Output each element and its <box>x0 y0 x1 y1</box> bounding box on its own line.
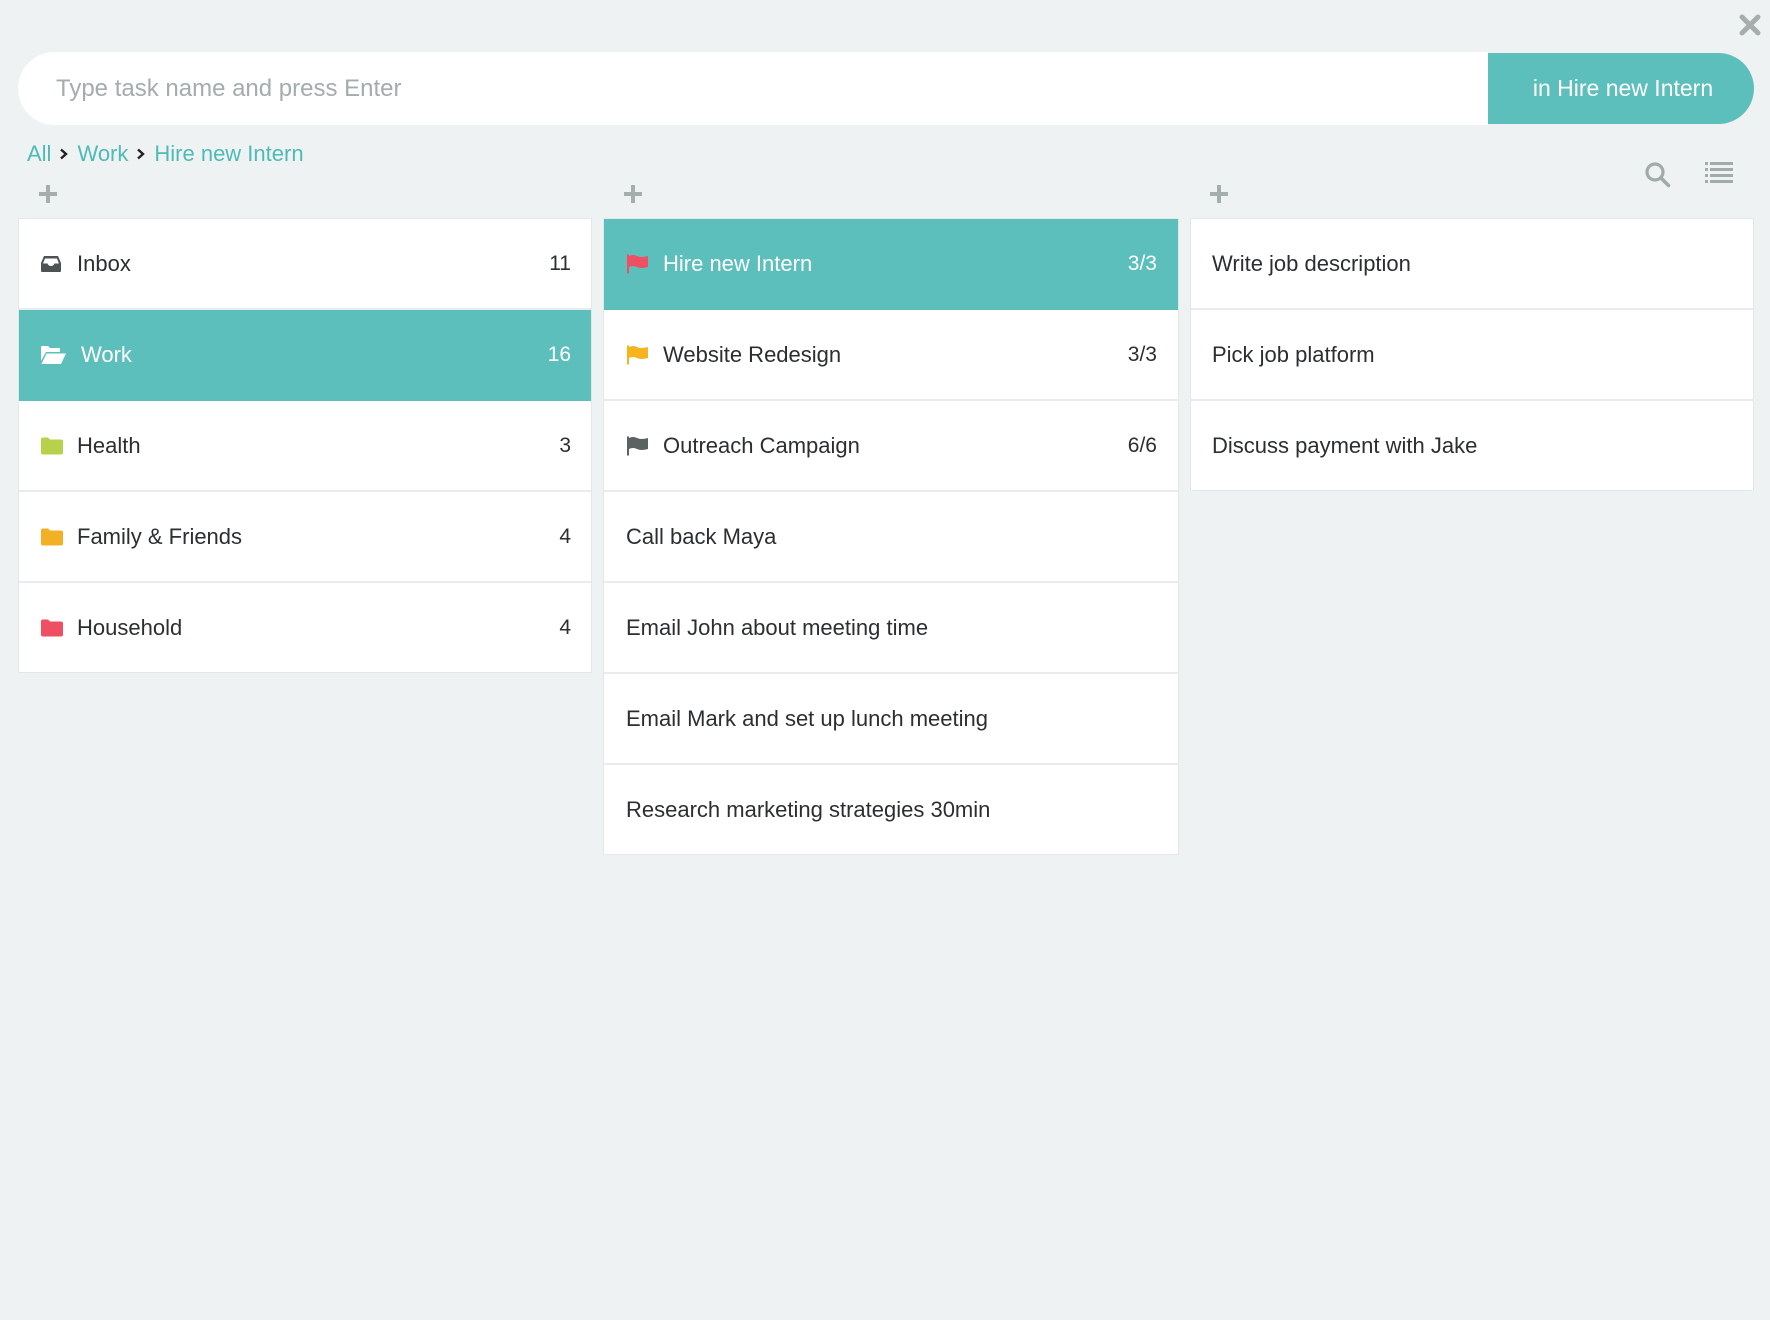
project-label: Website Redesign <box>663 341 842 367</box>
task-item[interactable]: Call back Maya <box>604 492 1178 583</box>
target-project-button[interactable]: in Hire new Intern <box>1488 53 1754 124</box>
plus-icon <box>624 185 642 203</box>
list-item-family-friends[interactable]: Family & Friends 4 <box>19 492 591 583</box>
task-label: Email Mark and set up lunch meeting <box>626 705 988 731</box>
projects-column: Hire new Intern 3/3 Website Redesign 3/3… <box>604 219 1178 854</box>
plus-icon <box>1210 185 1228 203</box>
tasks-column: Write job description Pick job platform … <box>1191 219 1753 490</box>
breadcrumb-all[interactable]: All <box>27 141 51 167</box>
task-name-input[interactable] <box>18 52 1488 125</box>
list-label: Family & Friends <box>77 523 243 549</box>
breadcrumb-hire-new-intern[interactable]: Hire new Intern <box>154 141 303 167</box>
search-button[interactable] <box>1644 161 1672 189</box>
plus-icon <box>39 185 57 203</box>
folder-icon <box>40 618 64 638</box>
folder-icon <box>40 436 64 456</box>
list-item-household[interactable]: Household 4 <box>19 583 591 672</box>
task-label: Email John about meeting time <box>626 614 929 640</box>
list-count: 16 <box>547 342 571 366</box>
list-label: Inbox <box>77 250 131 276</box>
flag-icon <box>626 345 650 365</box>
list-label: Household <box>77 614 183 640</box>
task-item[interactable]: Discuss payment with Jake <box>1191 401 1753 490</box>
folder-open-icon <box>40 345 68 365</box>
close-icon <box>1739 14 1761 36</box>
breadcrumb-work[interactable]: Work <box>77 141 128 167</box>
chevron-right-icon <box>132 148 148 160</box>
task-item[interactable]: Email John about meeting time <box>604 583 1178 674</box>
list-count: 11 <box>549 251 571 275</box>
add-list-button[interactable] <box>38 184 58 204</box>
task-label: Pick job platform <box>1212 341 1375 367</box>
project-label: Outreach Campaign <box>663 432 860 458</box>
project-progress: 3/3 <box>1127 342 1157 366</box>
list-item-inbox[interactable]: Inbox 11 <box>19 219 591 310</box>
project-item-website-redesign[interactable]: Website Redesign 3/3 <box>604 310 1178 401</box>
breadcrumb: All Work Hire new Intern <box>27 141 304 167</box>
list-count: 3 <box>559 433 571 457</box>
search-icon <box>1645 162 1671 188</box>
add-project-button[interactable] <box>623 184 643 204</box>
flag-icon <box>626 436 650 456</box>
project-item-hire-new-intern[interactable]: Hire new Intern 3/3 <box>604 219 1178 310</box>
chevron-right-icon <box>55 148 71 160</box>
task-label: Discuss payment with Jake <box>1212 432 1478 458</box>
project-progress: 6/6 <box>1127 433 1157 457</box>
list-label: Work <box>81 341 132 367</box>
task-label: Research marketing strategies 30min <box>626 796 991 822</box>
list-view-icon <box>1705 162 1733 183</box>
folder-icon <box>40 527 64 547</box>
add-task-button[interactable] <box>1209 184 1229 204</box>
task-label: Call back Maya <box>626 523 777 549</box>
list-label: Health <box>77 432 141 458</box>
task-item[interactable]: Email Mark and set up lunch meeting <box>604 674 1178 765</box>
list-count: 4 <box>559 615 571 639</box>
task-item[interactable]: Pick job platform <box>1191 310 1753 401</box>
flag-icon <box>626 254 650 274</box>
project-progress: 3/3 <box>1127 251 1157 275</box>
task-label: Write job description <box>1212 250 1411 276</box>
lists-column: Inbox 11 Work 16 Health 3 Family & Frien… <box>19 219 591 672</box>
task-item[interactable]: Write job description <box>1191 219 1753 310</box>
list-count: 4 <box>559 524 571 548</box>
task-item[interactable]: Research marketing strategies 30min <box>604 765 1178 854</box>
list-item-health[interactable]: Health 3 <box>19 401 591 492</box>
list-view-button[interactable] <box>1705 161 1733 185</box>
inbox-icon <box>40 254 64 274</box>
close-button[interactable] <box>1738 13 1762 37</box>
task-entry-bar: in Hire new Intern <box>18 52 1754 125</box>
project-item-outreach-campaign[interactable]: Outreach Campaign 6/6 <box>604 401 1178 492</box>
project-label: Hire new Intern <box>663 250 813 276</box>
list-item-work[interactable]: Work 16 <box>19 310 591 401</box>
